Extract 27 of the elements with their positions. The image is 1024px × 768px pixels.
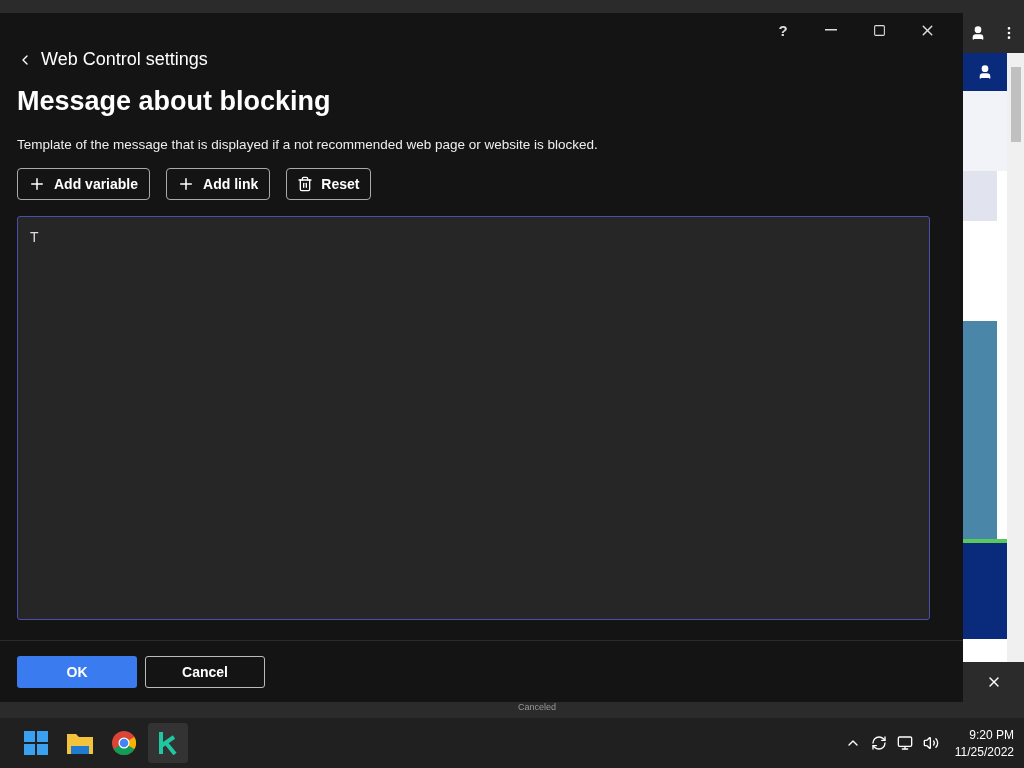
cancel-button[interactable]: Cancel [145, 655, 265, 688]
help-button[interactable]: ? [759, 13, 807, 47]
add-button[interactable]: Add link [166, 168, 271, 200]
plus-icon [28, 175, 46, 193]
add-button[interactable]: Add variable [17, 168, 151, 200]
reset-button[interactable]: Reset [286, 168, 372, 200]
page-title: Message about blocking [17, 86, 332, 117]
ok-button[interactable]: OK [17, 655, 137, 688]
volume-icon[interactable] [922, 735, 939, 751]
maximize-icon [872, 23, 886, 37]
status-text: Canceled [518, 702, 556, 714]
sync-icon[interactable] [870, 735, 887, 751]
minimize-icon [825, 29, 837, 31]
message-editor[interactable]: T [17, 216, 930, 620]
description-text: Template of the message that is displayed if a not recommended web page or website is blocked. [17, 137, 599, 152]
trash-icon [297, 176, 314, 192]
user-icon [977, 64, 993, 80]
taskbar-app[interactable] [148, 723, 188, 763]
network-icon[interactable] [896, 735, 913, 751]
dropdown-field [963, 171, 997, 221]
windows-icon [24, 731, 48, 755]
clock-time: 9:20 PM [969, 727, 1014, 742]
folder-icon [67, 732, 93, 754]
clock-date: 11/25/2022 [954, 744, 1014, 759]
browser-icon [112, 731, 136, 755]
back-link[interactable]: Web Control settings [17, 49, 208, 70]
k-logo-icon [158, 731, 178, 755]
